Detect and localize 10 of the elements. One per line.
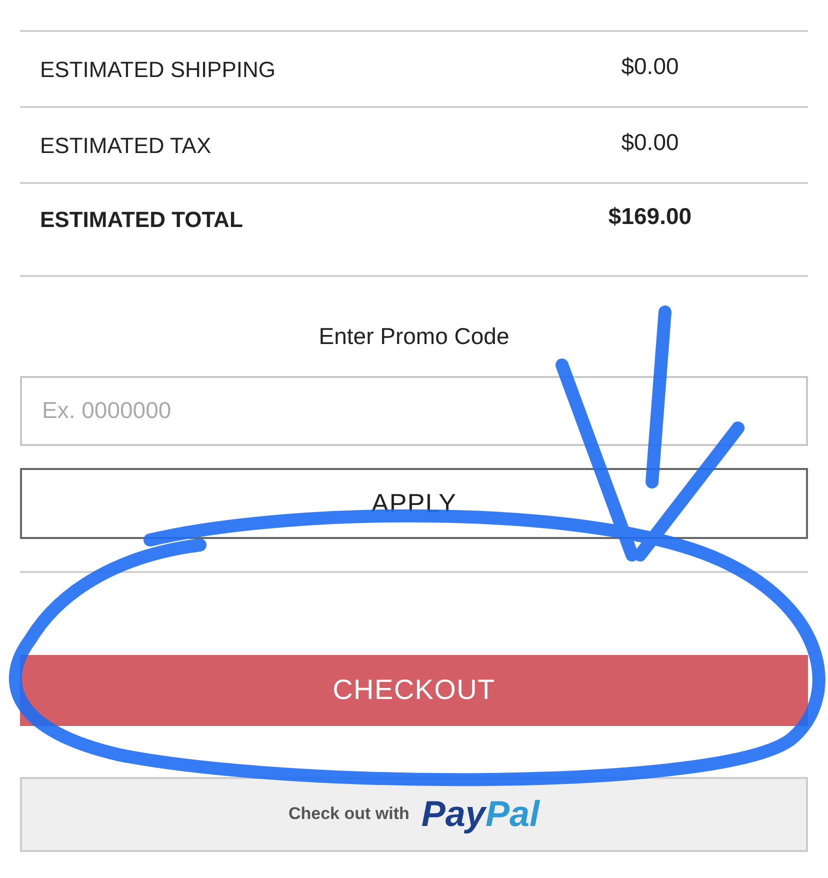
paypal-button[interactable]: Check out with PayPal <box>20 776 808 852</box>
summary-value: $0.00 <box>620 52 680 81</box>
summary-value: $169.00 <box>607 202 693 232</box>
summary-value: $0.00 <box>620 128 680 157</box>
summary-label: ESTIMATED TOTAL <box>39 206 244 234</box>
summary-label: ESTIMATED TAX <box>39 132 212 160</box>
checkout-button[interactable]: CHECKOUT <box>20 654 808 726</box>
promo-label: Enter Promo Code <box>318 322 510 351</box>
summary-label: ESTIMATED SHIPPING <box>39 56 277 84</box>
promo-code-field[interactable]: Ex. 0000000 <box>20 376 808 446</box>
